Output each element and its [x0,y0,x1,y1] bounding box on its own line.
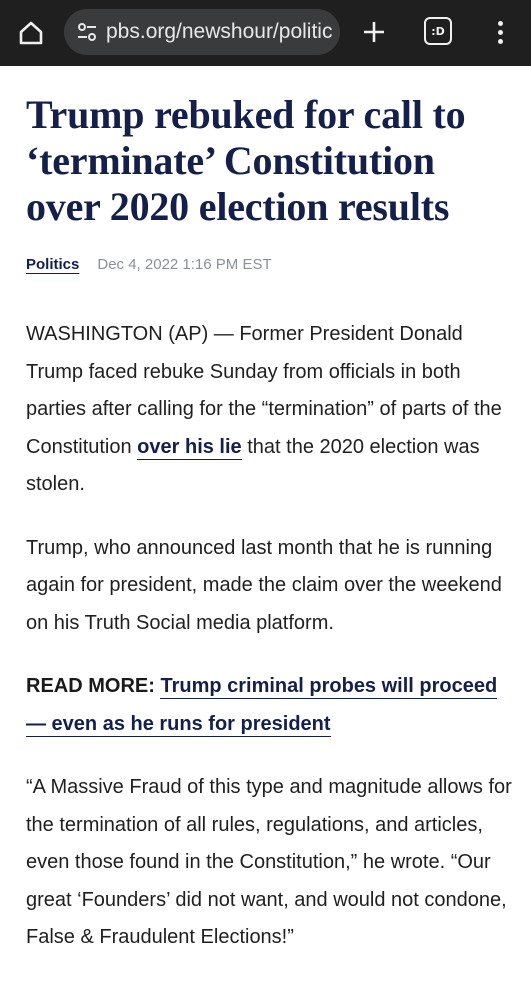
paragraph-1: WASHINGTON (AP) — Former President Donal… [26,316,516,504]
article-meta: Politics Dec 4, 2022 1:16 PM EST [26,256,506,273]
overflow-menu-icon[interactable] [488,14,512,50]
section-link[interactable]: Politics [26,256,79,273]
article-headline: Trump rebuked for call to ‘terminate’ Co… [26,92,466,229]
url-text[interactable]: pbs.org/newshour/politic [106,20,340,44]
home-icon[interactable] [14,16,48,50]
inline-link-over-his-lie[interactable]: over his lie [137,435,242,460]
publish-date: Dec 4, 2022 1:16 PM EST [97,256,272,273]
read-more-label: READ MORE: [26,675,155,697]
address-bar[interactable]: pbs.org/newshour/politic [64,9,340,55]
site-settings-icon[interactable] [76,21,98,43]
new-tab-icon[interactable] [356,14,392,50]
tab-switcher-button[interactable]: :D [424,17,452,45]
paragraph-2: Trump, who announced last month that he … [26,536,502,634]
browser-toolbar: pbs.org/newshour/politic :D [0,0,531,66]
article-body: WASHINGTON (AP) — Former President Donal… [26,316,516,983]
read-more: READ MORE: Trump criminal probes will pr… [26,668,516,743]
paragraph-3: “A Massive Fraud of this type and magnit… [26,776,512,948]
